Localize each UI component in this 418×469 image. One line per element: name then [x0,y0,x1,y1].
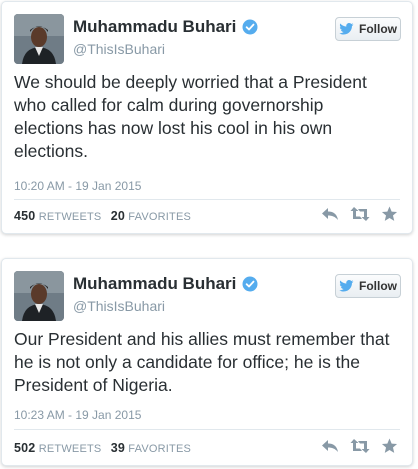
retweet-icon[interactable] [350,438,370,459]
star-icon[interactable] [381,438,398,459]
tweet-actions [321,206,398,227]
author-name[interactable]: Muhammadu Buhari [73,17,258,40]
favorites-label: FAVORITES [128,443,192,455]
tweet-card: Muhammadu Buhari @ThisIsBuhari Follow We… [1,1,413,234]
twitter-bird-icon [339,23,354,35]
favorite-count[interactable]: 20 [111,209,125,223]
retweet-count[interactable]: 450 [14,209,35,223]
author-name[interactable]: Muhammadu Buhari [73,274,258,297]
author-handle[interactable]: @ThisIsBuhari [73,298,165,314]
author-handle[interactable]: @ThisIsBuhari [73,41,165,57]
follow-button[interactable]: Follow [335,17,401,41]
follow-label: Follow [359,22,397,36]
reply-icon[interactable] [321,206,339,227]
author-name-text[interactable]: Muhammadu Buhari [73,274,236,293]
star-icon[interactable] [381,206,398,227]
reply-icon[interactable] [321,438,339,459]
follow-button[interactable]: Follow [335,274,401,298]
follow-label: Follow [359,279,397,293]
avatar[interactable] [14,271,64,321]
tweet-timestamp[interactable]: 10:23 AM - 19 Jan 2015 [14,408,141,422]
tweet-stats: 502 RETWEETS 39 FAVORITES [14,441,197,455]
favorites-label: FAVORITES [128,211,192,223]
tweet-stats: 450 RETWEETS 20 FAVORITES [14,209,197,223]
tweet-timestamp[interactable]: 10:20 AM - 19 Jan 2015 [14,179,141,193]
verified-badge-icon [242,19,258,40]
tweet-card: Muhammadu Buhari @ThisIsBuhari Follow Ou… [1,258,413,466]
avatar[interactable] [14,14,64,64]
tweet-text: Our President and his allies must rememb… [14,329,390,395]
favorite-count[interactable]: 39 [111,441,125,455]
verified-badge-icon [242,276,258,297]
divider [14,429,400,430]
divider [14,199,400,200]
author-name-text[interactable]: Muhammadu Buhari [73,17,236,36]
tweet-text: We should be deeply worried that a Presi… [14,72,367,161]
retweets-label: RETWEETS [38,443,102,455]
twitter-bird-icon [339,280,354,292]
tweet-actions [321,438,398,459]
retweets-label: RETWEETS [38,211,102,223]
retweet-icon[interactable] [350,206,370,227]
retweet-count[interactable]: 502 [14,441,35,455]
